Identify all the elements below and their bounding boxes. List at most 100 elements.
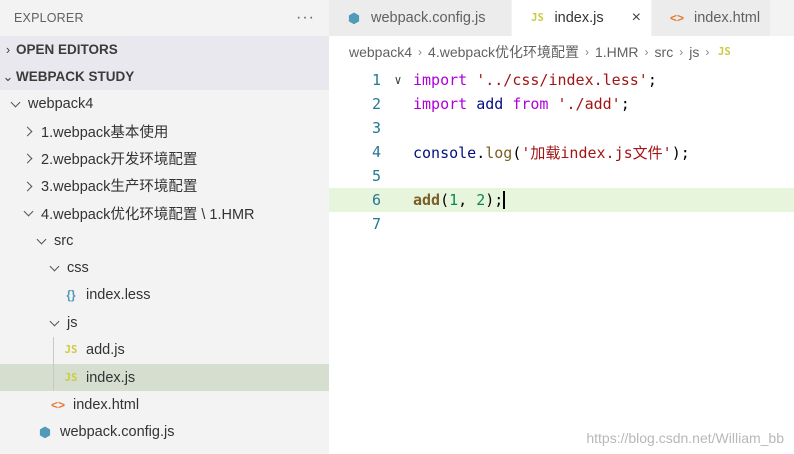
- code-editor[interactable]: 1 ∨ import '../css/index.less'; 2 import…: [329, 68, 794, 236]
- tree-item-label: index.js: [86, 369, 136, 386]
- punct: (: [440, 190, 450, 209]
- chevron-right-icon: ›: [5, 42, 11, 57]
- line-number: 7: [371, 215, 381, 233]
- breadcrumb-item[interactable]: 4.webpack优化环境配置: [428, 42, 579, 62]
- chevron-down-icon: [49, 263, 59, 273]
- number: 2: [476, 190, 486, 209]
- tree-folder[interactable]: src: [0, 227, 329, 254]
- punct: );: [671, 143, 690, 162]
- tab-index-js[interactable]: JS index.js ×: [512, 0, 652, 36]
- code-line-current: 6 add(1, 2);: [329, 188, 794, 212]
- tab-index-html[interactable]: <> index.html: [651, 0, 772, 36]
- function-name: log: [485, 143, 513, 162]
- open-editors-label: OPEN EDITORS: [16, 42, 118, 57]
- editor-area: ⬢ webpack.config.js JS index.js × <> index.htm…: [329, 0, 794, 454]
- chevron-right-icon: ›: [679, 45, 684, 59]
- indent-guide: [53, 336, 54, 364]
- line-number: 4: [371, 143, 381, 161]
- tree-file[interactable]: {} index.less: [0, 282, 329, 309]
- keyword: import: [413, 95, 468, 113]
- js-file-icon[interactable]: JS: [715, 46, 733, 58]
- tree-folder[interactable]: css: [0, 254, 329, 281]
- breadcrumb-item[interactable]: js: [689, 44, 699, 60]
- tab-label: index.js: [554, 10, 604, 26]
- chevron-right-icon: ›: [418, 45, 423, 59]
- tab-label: webpack.config.js: [371, 10, 486, 26]
- tree-item-label: 1.webpack基本使用: [41, 124, 169, 141]
- breadcrumb-item[interactable]: 1.HMR: [595, 44, 639, 60]
- tree-item-label: src: [54, 232, 74, 249]
- explorer-header: EXPLORER ···: [0, 0, 329, 36]
- tree-item-label: 2.webpack开发环境配置: [41, 151, 198, 168]
- tree-folder[interactable]: js: [0, 309, 329, 336]
- html-file-icon: <>: [669, 11, 684, 25]
- tree-item-label: index.html: [73, 396, 140, 413]
- tab-bar: ⬢ webpack.config.js JS index.js × <> index.htm…: [329, 0, 794, 36]
- tree-file[interactable]: JS add.js: [0, 336, 329, 364]
- tree-file[interactable]: JS index.js: [0, 363, 329, 392]
- watermark: https://blog.csdn.net/William_bb: [586, 430, 784, 446]
- tree-folder[interactable]: 1.webpack基本使用: [0, 117, 329, 144]
- tree-folder[interactable]: 3.webpack生产环境配置: [0, 172, 329, 199]
- tree-item-label: add.js: [86, 342, 125, 359]
- breadcrumb-item[interactable]: webpack4: [349, 44, 412, 60]
- tree-item-label: webpack.config.js: [60, 424, 175, 441]
- explorer-title: EXPLORER: [14, 11, 84, 25]
- chevron-down-icon: [23, 208, 33, 218]
- explorer-sidebar: EXPLORER ··· › OPEN EDITORS ⌄ WEBPACK ST…: [0, 0, 329, 454]
- js-file-icon: JS: [64, 371, 78, 384]
- line-number: 1: [371, 71, 381, 89]
- tree-item-label: css: [67, 260, 89, 277]
- code-line: 5: [329, 164, 794, 188]
- line-number: 5: [371, 167, 381, 185]
- chevron-down-icon: [49, 318, 59, 328]
- workspace-section[interactable]: ⌄ WEBPACK STUDY: [0, 63, 329, 90]
- chevron-right-icon: ›: [644, 45, 649, 59]
- function-name: add: [413, 190, 441, 209]
- code-line: 7: [329, 212, 794, 236]
- keyword: from: [512, 95, 549, 113]
- chevron-down-icon: ⌄: [2, 68, 14, 84]
- number: 1: [449, 190, 459, 209]
- workspace-label: WEBPACK STUDY: [16, 69, 135, 84]
- tree-folder[interactable]: webpack4: [0, 90, 329, 117]
- identifier: console: [413, 143, 477, 162]
- string: '加载index.js文件': [521, 143, 672, 162]
- chevron-right-icon: [23, 153, 33, 163]
- code-line: 2 import add from './add';: [329, 92, 794, 116]
- punct: .: [476, 143, 486, 162]
- code-line: 4 console.log('加载index.js文件');: [329, 140, 794, 164]
- text-cursor: [503, 191, 505, 210]
- line-number: 6: [371, 191, 381, 209]
- tree-item-label: 4.webpack优化环境配置 \ 1.HMR: [41, 206, 255, 223]
- chevron-down-icon: [36, 236, 46, 246]
- js-file-icon: JS: [64, 344, 78, 357]
- open-editors-section[interactable]: › OPEN EDITORS: [0, 36, 329, 63]
- tree-folder[interactable]: 4.webpack优化环境配置 \ 1.HMR: [0, 200, 329, 227]
- string: './add': [557, 95, 621, 113]
- close-icon[interactable]: ×: [632, 9, 641, 27]
- punct: ,: [458, 190, 477, 209]
- tree-item-label: index.less: [86, 287, 151, 304]
- tree-item-label: webpack4: [28, 95, 94, 112]
- tree-item-label: js: [67, 314, 78, 331]
- chevron-right-icon: ›: [584, 45, 589, 59]
- tree-folder[interactable]: 2.webpack开发环境配置: [0, 145, 329, 172]
- tab-webpack-config-js[interactable]: ⬢ webpack.config.js: [329, 0, 513, 36]
- line-number: 3: [371, 119, 381, 137]
- breadcrumb-item[interactable]: src: [655, 44, 674, 60]
- keyword: import: [413, 71, 468, 89]
- punct: ;: [620, 95, 630, 113]
- tree-file[interactable]: ⬢ webpack.config.js: [0, 419, 329, 446]
- less-file-icon: {}: [66, 288, 76, 303]
- tree-file[interactable]: <> index.html: [0, 391, 329, 418]
- identifier: add: [476, 95, 504, 113]
- more-actions-icon[interactable]: ···: [296, 9, 315, 27]
- chevron-right-icon: ›: [705, 45, 710, 59]
- fold-chevron-icon[interactable]: ∨: [383, 73, 413, 87]
- chevron-right-icon: [23, 181, 33, 191]
- chevron-right-icon: [23, 126, 33, 136]
- file-tree: webpack4 1.webpack基本使用 2.webpack开发环境配置 3.we…: [0, 90, 329, 446]
- breadcrumb: webpack4 › 4.webpack优化环境配置 › 1.HMR › src › js › JS: [329, 36, 794, 68]
- chevron-down-icon: [10, 99, 20, 109]
